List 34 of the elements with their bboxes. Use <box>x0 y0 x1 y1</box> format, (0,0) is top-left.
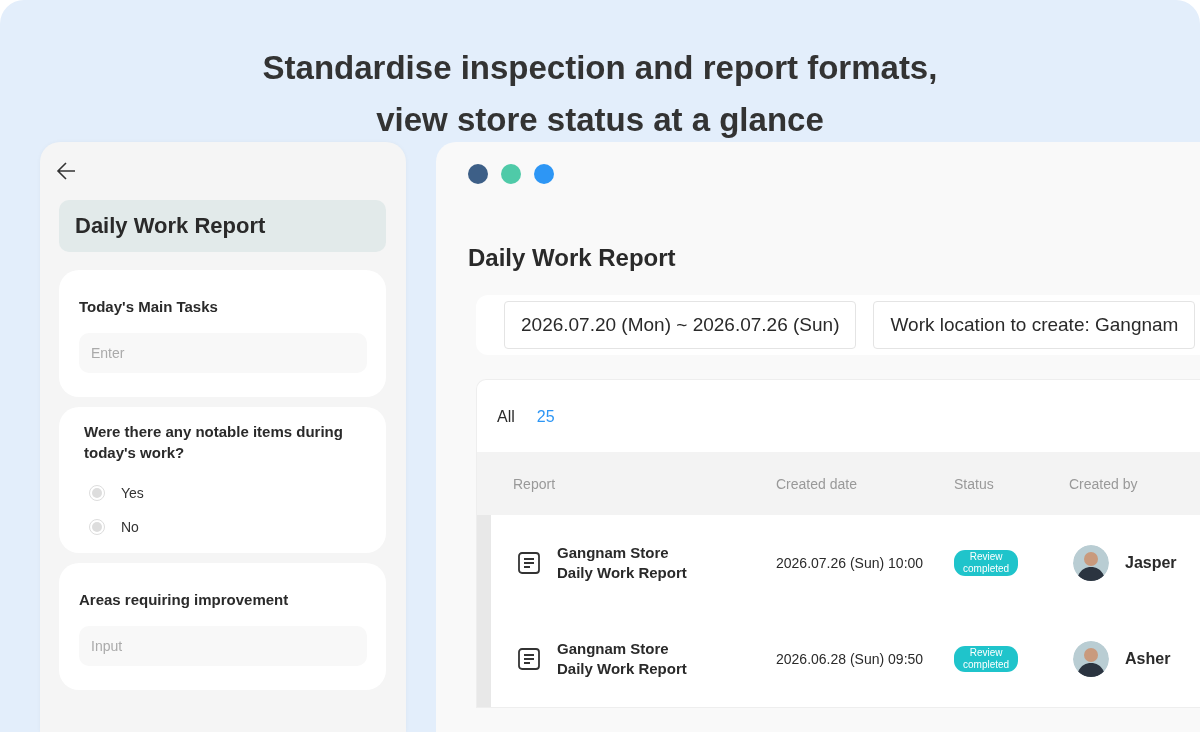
status-badge: Review completed <box>954 550 1019 576</box>
headline: Standardise inspection and report formats, <box>262 48 938 88</box>
column-header: Created by <box>1069 452 1200 515</box>
filter-label[interactable]: All <box>497 408 515 426</box>
creator-name: Jasper <box>1125 554 1177 572</box>
avatar-icon <box>1073 641 1109 677</box>
report-title[interactable]: Gangnam Store Daily Work Report <box>557 543 687 583</box>
question-label: Were there any notable items during today's work? <box>84 422 344 463</box>
column-header: Status <box>954 452 1069 515</box>
radio-option[interactable]: No <box>84 519 366 535</box>
creator-name: Asher <box>1125 650 1171 668</box>
headline: view store status at a glance <box>376 100 824 140</box>
field-label: Areas requiring improvement <box>79 590 290 610</box>
table-cell: 2026.06.28 (Sun) 09:50 <box>776 651 924 667</box>
column-header: Report <box>477 452 776 515</box>
count-label: 25 <box>536 408 555 426</box>
avatar-icon <box>1073 545 1109 581</box>
report-title[interactable]: Gangnam Store Daily Work Report <box>557 639 687 679</box>
field-label: Today's Main Tasks <box>79 297 219 317</box>
radio-option[interactable]: Yes <box>84 485 366 501</box>
back-arrow-icon[interactable] <box>55 160 77 182</box>
status-badge: Review completed <box>954 646 1019 672</box>
form-title: Daily Work Report <box>59 200 386 252</box>
document-icon <box>517 647 541 671</box>
location-field[interactable]: Work location to create: Gangnam <box>873 301 1196 349</box>
window-control[interactable] <box>468 164 488 184</box>
document-icon <box>517 551 541 575</box>
input-field[interactable]: Input <box>79 626 367 666</box>
page-title: Daily Work Report <box>468 244 677 272</box>
column-header: Created date <box>776 452 954 515</box>
table-cell: 2026.07.26 (Sun) 10:00 <box>776 555 924 571</box>
date-range-field[interactable]: 2026.07.20 (Mon) ~ 2026.07.26 (Sun) <box>504 301 857 349</box>
window-control[interactable] <box>534 164 554 184</box>
input-field[interactable]: Enter <box>79 333 367 373</box>
